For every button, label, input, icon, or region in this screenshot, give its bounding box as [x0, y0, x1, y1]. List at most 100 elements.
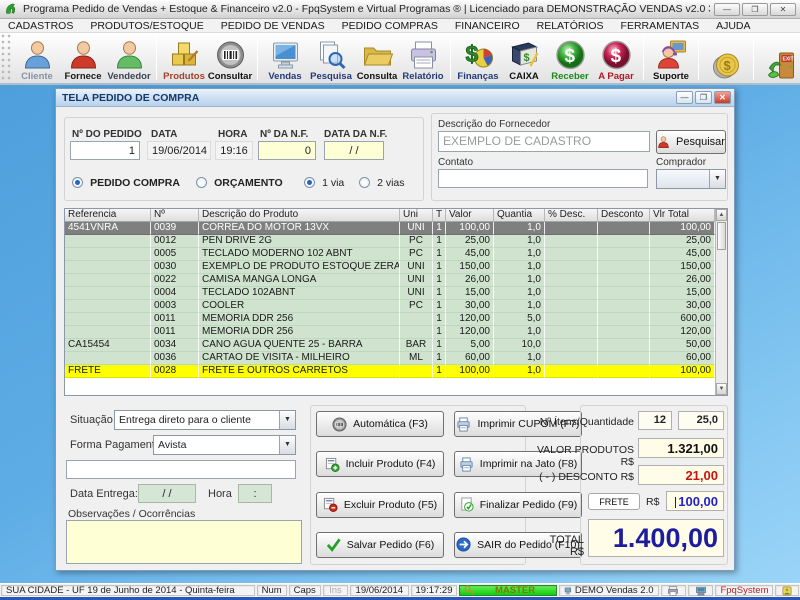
toolbar: ClienteForneceVendedorProdutosConsultarV… [0, 33, 800, 85]
observacoes-textarea[interactable] [66, 520, 302, 564]
toolbar-fornece-button[interactable]: Fornece [60, 33, 106, 83]
menu-item-2[interactable]: PEDIDO DE VENDAS [221, 20, 325, 32]
order-number-field[interactable]: 1 [70, 141, 140, 160]
toolbar-a-pagar-button[interactable]: $A Pagar [593, 33, 639, 83]
table-cell: 45,00 [446, 248, 494, 261]
table-cell: 5,0 [494, 313, 545, 326]
invoice-date-field[interactable]: / / [324, 141, 384, 160]
table-row[interactable]: 0011MEMÓRIA DDR 2561120,005,0600,00 [65, 313, 715, 326]
salvar-pedido-f6-button[interactable]: Salvar Pedido (F6) [316, 532, 444, 558]
toolbar-cliente-button[interactable]: Cliente [14, 33, 60, 83]
radio-2vias[interactable]: 2 vias [359, 177, 405, 189]
restore-button[interactable]: ❐ [742, 3, 768, 16]
close-button[interactable]: ✕ [770, 3, 796, 16]
table-cell: 1 [433, 261, 446, 274]
buyer-combo-arrow-icon[interactable]: ▼ [709, 170, 725, 188]
frete-button[interactable]: FRETE [588, 493, 640, 510]
column-header[interactable]: Uni [400, 209, 433, 222]
toolbar-finanças-button[interactable]: $Finanças [455, 33, 501, 83]
toolbar-caixa-button[interactable]: $CAIXA [501, 33, 547, 83]
column-header[interactable]: Desconto [598, 209, 650, 222]
menu-item-0[interactable]: CADASTROS [8, 20, 73, 32]
incluir-produto-f4-button[interactable]: Incluir Produto (F4) [316, 451, 444, 477]
column-header[interactable]: Quantia [494, 209, 545, 222]
payment-extra-field[interactable] [66, 460, 296, 479]
toolbar-produtos-button[interactable]: Produtos [161, 33, 207, 83]
support-icon [655, 39, 688, 71]
situacao-combo[interactable]: Entrega direto para o cliente ▼ [114, 410, 296, 430]
buyer-combo[interactable]: ▼ [656, 169, 726, 189]
radio-orcamento-dot[interactable] [196, 177, 207, 188]
column-header[interactable]: % Desc. [545, 209, 598, 222]
column-header[interactable]: Referencia [65, 209, 151, 222]
dialog-close-button[interactable]: ✕ [714, 91, 731, 104]
toolbar-vendas-button[interactable]: Vendas [262, 33, 308, 83]
column-header[interactable]: T [433, 209, 446, 222]
forma-pagamento-combo[interactable]: Avista ▼ [153, 435, 296, 455]
toolbar-separator [643, 36, 644, 80]
menu-item-1[interactable]: PRODUTOS/ESTOQUE [90, 20, 203, 32]
radio-orcamento[interactable]: ORÇAMENTO [196, 177, 283, 189]
radio-pedido-compra[interactable]: PEDIDO COMPRA [72, 177, 180, 189]
order-number-label: Nº DO PEDIDO [72, 129, 142, 140]
hora-entrega-field[interactable]: : [238, 484, 272, 503]
scroll-down-icon[interactable]: ▼ [716, 383, 727, 395]
frete-value-box[interactable]: 100,00 [666, 491, 724, 511]
dialog-title-bar[interactable]: TELA PEDIDO DE COMPRA — ❐ ✕ [56, 89, 734, 107]
table-row[interactable]: 0022CAMISA MANGA LONGAUNI126,001,026,00 [65, 274, 715, 287]
table-row[interactable]: 0036CARTAO DE VISITA - MILHEIROML160,001… [65, 352, 715, 365]
monitor-icon [269, 39, 302, 71]
table-row[interactable]: 0030EXEMPLO DE PRODUTO ESTOQUE ZERADOUNI… [65, 261, 715, 274]
toolbar-vendedor-button[interactable]: Vendedor [106, 33, 152, 83]
autom-tica-f3-button[interactable]: Automática (F3) [316, 411, 444, 437]
dialog-minimize-button[interactable]: — [676, 91, 693, 104]
table-row[interactable]: 0011MEMÓRIA DDR 2561120,001,0120,00 [65, 326, 715, 339]
radio-1via-dot[interactable] [304, 177, 315, 188]
finalizar-pedido-f9-button[interactable]: Finalizar Pedido (F9) [454, 492, 582, 518]
table-row[interactable]: CA154540034CANO AGUA QUENTE 25 - BARRABA… [65, 339, 715, 352]
table-row[interactable]: 0005TECLADO MODERNO 102 ABNTPC145,001,04… [65, 248, 715, 261]
table-cell: MEMÓRIA DDR 256 [199, 326, 400, 339]
printer-small-icon [459, 457, 474, 472]
radio-pedido-compra-dot[interactable] [72, 177, 83, 188]
table-row[interactable]: 0004TECLADO 102ABNTUNI115,001,015,00 [65, 287, 715, 300]
toolbar-exit-door-icon-button[interactable]: EXIT [758, 33, 800, 83]
minimize-button[interactable]: — [714, 3, 740, 16]
menu-item-5[interactable]: RELATÓRIOS [537, 20, 604, 32]
toolbar-receber-button[interactable]: $Receber [547, 33, 593, 83]
table-row[interactable]: 4541VNRA0039CORREA DO MOTOR 13VXUNI1100,… [65, 222, 715, 235]
menu-item-4[interactable]: FINANCEIRO [455, 20, 520, 32]
grid-scrollbar[interactable]: ▲ ▼ [715, 209, 727, 395]
contact-field[interactable] [438, 169, 648, 188]
toolbar-suporte-button[interactable]: Suporte [648, 33, 694, 83]
dialog-maximize-button[interactable]: ❐ [695, 91, 712, 104]
table-row[interactable]: FRETE0028FRETE E OUTROS CARRETOS1100,001… [65, 365, 715, 378]
excluir-produto-f5-button[interactable]: Excluir Produto (F5) [316, 492, 444, 518]
column-header[interactable]: Valor [446, 209, 494, 222]
toolbar-consulta-button[interactable]: Consulta [354, 33, 400, 83]
table-row[interactable]: 0003COOLERPC130,001,030,00 [65, 300, 715, 313]
data-entrega-field[interactable]: / / [138, 484, 196, 503]
toolbar-pesquisa-button[interactable]: Pesquisa [308, 33, 354, 83]
table-row[interactable]: 0012PEN DRIVE 2GPC125,001,025,00 [65, 235, 715, 248]
situacao-combo-arrow-icon[interactable]: ▼ [279, 411, 295, 429]
invoice-number-field[interactable]: 0 [258, 141, 316, 160]
menu-item-6[interactable]: FERRAMENTAS [621, 20, 700, 32]
menu-item-3[interactable]: PEDIDO COMPRAS [342, 20, 438, 32]
radio-2vias-dot[interactable] [359, 177, 370, 188]
scroll-thumb[interactable] [717, 222, 726, 250]
radio-1via[interactable]: 1 via [304, 177, 344, 189]
column-header[interactable]: Vlr Total [650, 209, 715, 222]
toolbar-coin-icon-button[interactable]: $ [703, 33, 749, 83]
scroll-up-icon[interactable]: ▲ [716, 209, 727, 221]
supplier-desc-field[interactable]: EXEMPLO DE CADASTRO [438, 131, 650, 152]
column-header[interactable]: Descrição do Produto [199, 209, 400, 222]
menu-item-7[interactable]: AJUDA [716, 20, 750, 32]
toolbar-relatório-button[interactable]: Relatório [400, 33, 446, 83]
search-supplier-button[interactable]: Pesquisar [656, 130, 726, 154]
toolbar-consultar-button[interactable]: Consultar [207, 33, 253, 83]
column-header[interactable]: Nº [151, 209, 199, 222]
table-cell: 30,00 [446, 300, 494, 313]
table-cell [598, 326, 650, 339]
forma-combo-arrow-icon[interactable]: ▼ [279, 436, 295, 454]
